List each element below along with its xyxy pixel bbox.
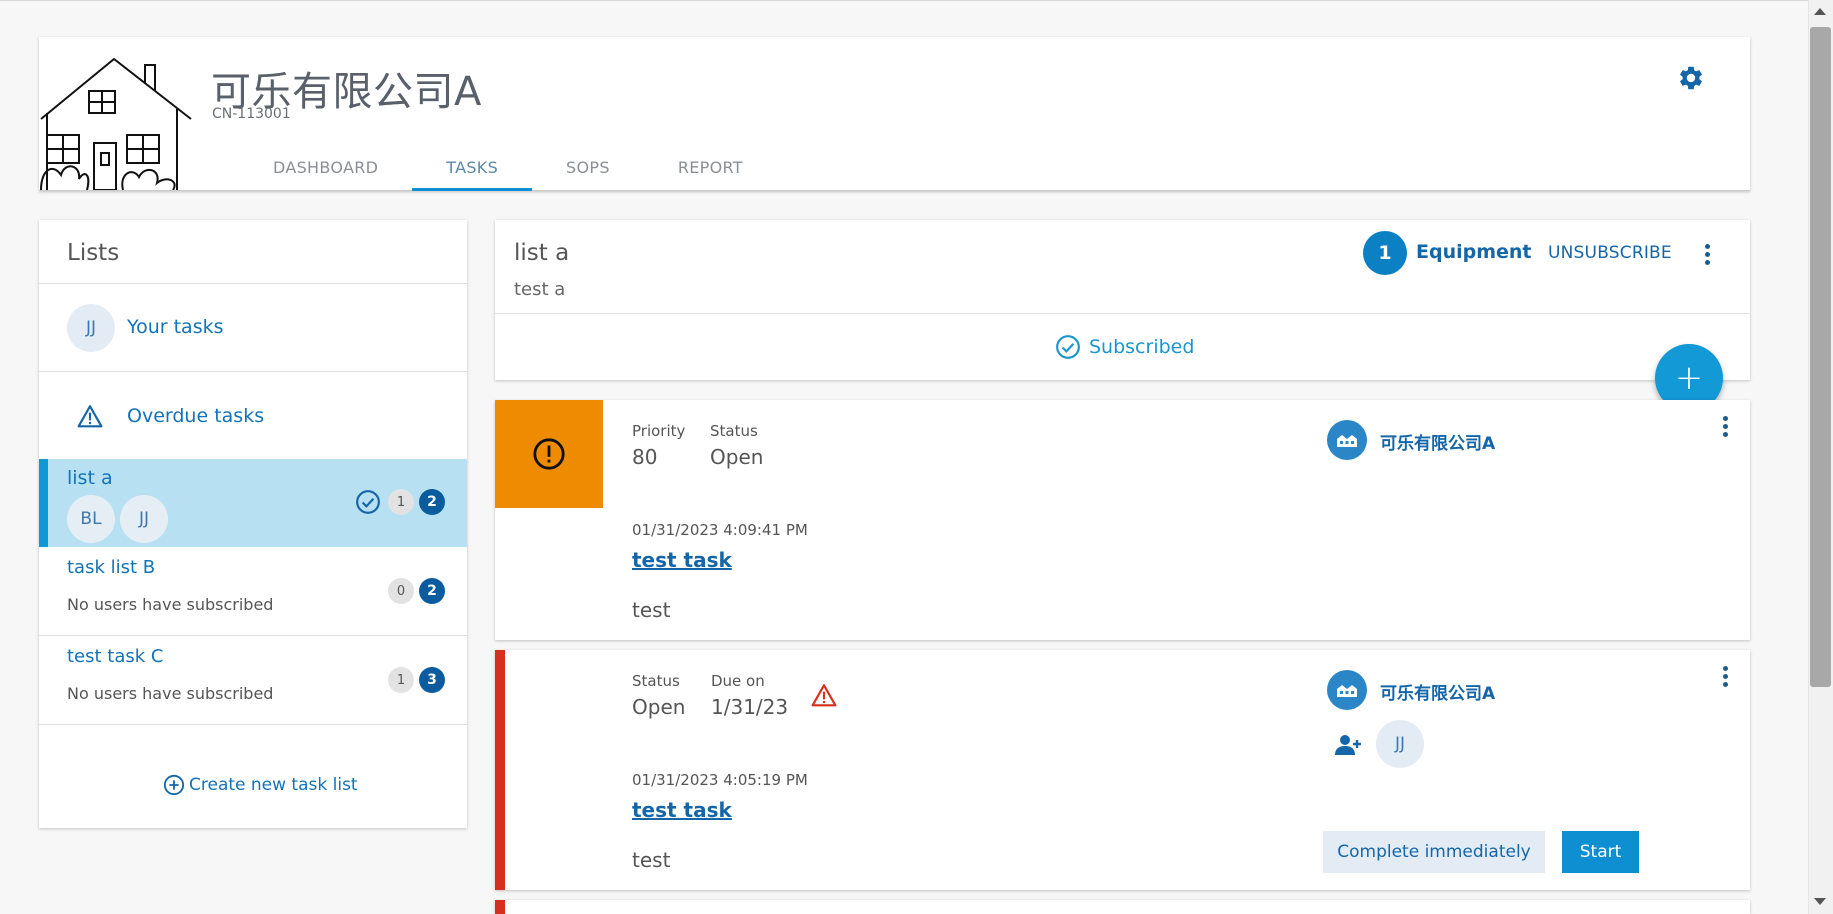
priority-value: 80 [632,445,658,469]
task-description: test [632,598,671,622]
overdue-warning-icon [811,684,837,707]
create-task-list-label: Create new task list [189,775,358,795]
status-label: Status [710,422,758,440]
kebab-dot [1704,259,1710,265]
check-circle-icon [1056,335,1080,359]
kebab-dot [1704,243,1710,249]
list-name: test task C [67,646,164,667]
kebab-dot [1722,681,1728,687]
selected-indicator [39,459,48,547]
scroll-down-arrow-icon[interactable] [1814,898,1826,905]
site-icon [1327,670,1367,710]
create-task-list-button[interactable]: Create new task list [163,774,358,796]
plus-circle-icon [163,774,185,796]
status-value: Open [710,445,764,469]
site-header: 可乐有限公司A CN-113001 DASHBOARD TASKS SOPS R… [39,37,1750,191]
task-card[interactable]: Priority 80 Status Open 可乐有限公司A 01/31/20… [495,400,1750,640]
lists-panel: Lists JJ Your tasks Overdue tasks list a… [39,220,467,828]
equipment-count-badge: 1 [1363,231,1407,275]
list-description: test a [514,279,566,300]
count-badge: 2 [419,489,445,515]
tab-dashboard[interactable]: DASHBOARD [239,145,412,190]
add-assignee-icon[interactable] [1334,734,1362,756]
kebab-dot [1704,251,1710,257]
your-tasks-label: Your tasks [127,316,224,338]
alert-circle-icon [533,438,565,470]
building-icon [1337,435,1357,447]
list-item-task-list-b[interactable]: task list B No users have subscribed 0 2 [39,547,467,635]
overdue-tasks-label: Overdue tasks [127,405,265,427]
status-label: Status [632,672,680,690]
count-badge: 2 [419,578,445,604]
list-title: list a [514,240,570,266]
settings-button[interactable] [1677,64,1709,96]
count-badge: 3 [419,667,445,693]
task-description: test [632,848,671,872]
task-card[interactable]: Status Open Due on 1/31/23 可乐有限公司A JJ 01… [495,650,1750,890]
task-card[interactable] [495,900,1750,914]
task-menu-button[interactable] [1715,412,1735,440]
lists-title: Lists [67,240,120,266]
tab-report[interactable]: REPORT [644,145,777,190]
divider [495,313,1750,314]
scrollbar-thumb[interactable] [1810,27,1831,687]
warning-triangle-icon [77,405,103,428]
overdue-tasks-item[interactable]: Overdue tasks [39,371,467,460]
kebab-dot [1722,673,1728,679]
avatar: JJ [120,495,168,543]
task-timestamp: 01/31/2023 4:09:41 PM [632,521,808,539]
list-subtitle: No users have subscribed [67,595,274,614]
site-name[interactable]: 可乐有限公司A [1380,429,1495,454]
list-item-list-a[interactable]: list a BL JJ 1 2 [39,459,467,547]
subscribed-check-icon [356,490,380,514]
avatar: BL [67,495,115,543]
building-icon [1337,685,1357,697]
complete-immediately-button[interactable]: Complete immediately [1323,831,1545,873]
kebab-dot [1722,431,1728,437]
kebab-dot [1722,415,1728,421]
avatar: JJ [67,304,115,352]
due-value: 1/31/23 [711,695,789,719]
gear-icon [1680,66,1702,90]
subscribed-label: Subscribed [1089,336,1195,358]
status-value: Open [632,695,686,719]
list-menu-button[interactable] [1697,240,1717,268]
list-name: task list B [67,557,156,578]
overdue-indicator [495,650,505,890]
task-menu-button[interactable] [1715,662,1735,690]
scroll-up-arrow-icon[interactable] [1814,8,1826,15]
kebab-dot [1722,665,1728,671]
count-badge: 0 [388,578,414,604]
house-logo [40,57,192,190]
site-icon [1327,420,1367,460]
overdue-indicator [495,900,505,914]
kebab-dot [1722,423,1728,429]
unsubscribe-button[interactable]: UNSUBSCRIBE [1548,243,1672,263]
count-badge: 1 [388,667,414,693]
your-tasks-item[interactable]: JJ Your tasks [39,283,467,372]
task-title-link[interactable]: test task [632,798,732,822]
count-badge: 1 [388,489,414,515]
due-label: Due on [711,672,765,690]
task-title-link[interactable]: test task [632,548,732,572]
list-detail-header: list a test a 1 Equipment UNSUBSCRIBE Su… [495,220,1750,380]
tab-sops[interactable]: SOPS [532,145,644,190]
list-subtitle: No users have subscribed [67,684,274,703]
top-border [0,0,1833,1]
start-button[interactable]: Start [1562,831,1639,873]
company-code: CN-113001 [212,106,291,122]
site-name[interactable]: 可乐有限公司A [1380,679,1495,704]
list-item-test-task-c[interactable]: test task C No users have subscribed 1 3 [39,635,467,724]
task-timestamp: 01/31/2023 4:05:19 PM [632,771,808,789]
equipment-label[interactable]: Equipment [1416,241,1532,263]
main-tabs: DASHBOARD TASKS SOPS REPORT [273,145,777,191]
list-divider [39,724,467,725]
priority-indicator [495,400,603,508]
list-name: list a [67,467,113,489]
tab-tasks[interactable]: TASKS [412,145,532,191]
priority-label: Priority [632,422,686,440]
subscribed-status: Subscribed [1055,334,1194,360]
assignee-avatar[interactable]: JJ [1376,720,1424,768]
